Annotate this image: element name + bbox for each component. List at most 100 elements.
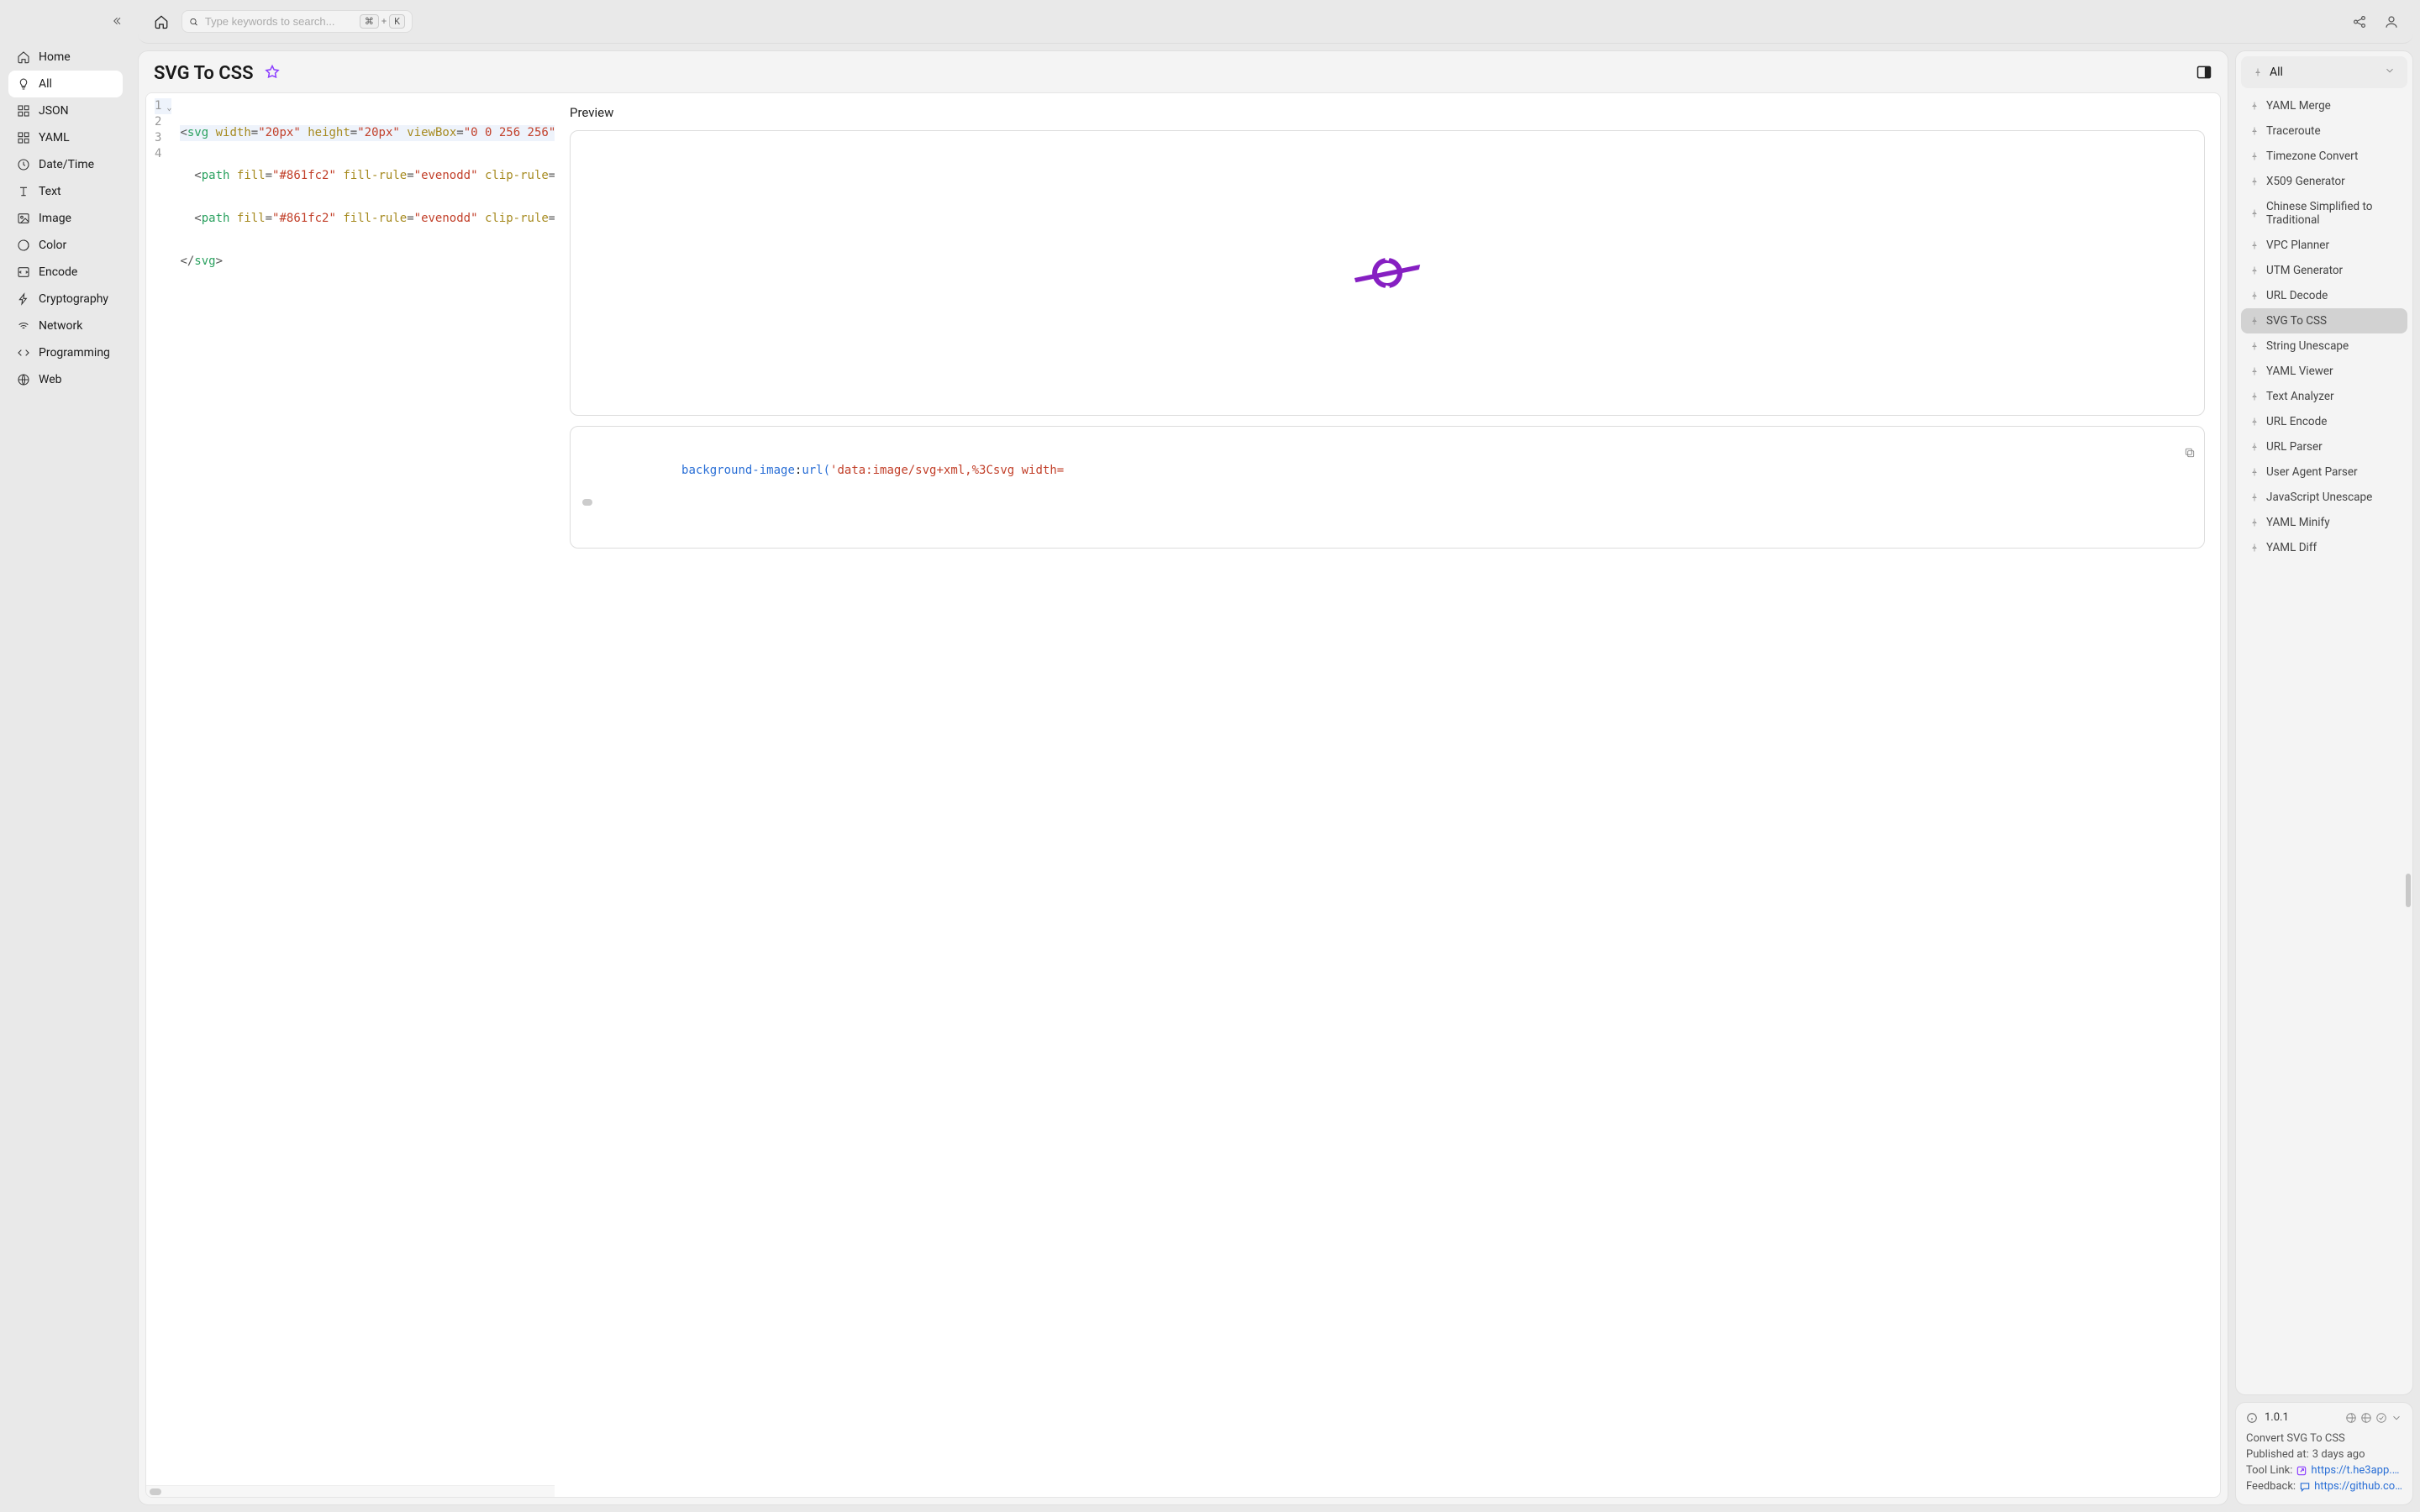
tool-item[interactable]: UTM Generator: [2241, 258, 2407, 283]
tool-item[interactable]: VPC Planner: [2241, 233, 2407, 258]
tool-item-label: String Unescape: [2266, 339, 2349, 353]
globe-icon[interactable]: [2360, 1412, 2372, 1424]
tool-filter-dropdown[interactable]: All: [2241, 56, 2407, 88]
tool-item-label: URL Decode: [2266, 289, 2328, 302]
nav-item-web[interactable]: Web: [8, 366, 123, 393]
nav-item-encode[interactable]: Encode: [8, 259, 123, 286]
nav-item-home[interactable]: Home: [8, 44, 123, 71]
tool-item-label: YAML Diff: [2266, 541, 2317, 554]
tool-item-label: YAML Viewer: [2266, 365, 2333, 378]
topbar: ⌘ + K: [138, 0, 2413, 44]
tool-item[interactable]: Text Analyzer: [2241, 384, 2407, 409]
external-link-icon: [2296, 1465, 2307, 1477]
nav-list: Home All JSON YAML Date/Time Text: [8, 44, 123, 393]
tool-info-card: 1.0.1 Convert SVG To CSS Published at: 3…: [2235, 1402, 2413, 1505]
editor-horizontal-scrollbar[interactable]: [146, 1485, 555, 1497]
tool-item-label: VPC Planner: [2266, 239, 2329, 252]
nav-label: All: [39, 77, 52, 91]
search-box[interactable]: ⌘ + K: [182, 10, 413, 33]
nav-label: Web: [39, 373, 62, 386]
nav-item-text[interactable]: Text: [8, 178, 123, 205]
tool-item[interactable]: URL Parser: [2241, 434, 2407, 459]
tool-item[interactable]: Chinese Simplified to Traditional: [2241, 194, 2407, 233]
tool-item[interactable]: YAML Diff: [2241, 535, 2407, 560]
wifi-icon: [17, 319, 30, 333]
nav-item-crypto[interactable]: Cryptography: [8, 286, 123, 312]
tool-item-label: URL Parser: [2266, 440, 2323, 454]
published-value: 3 days ago: [2312, 1448, 2365, 1461]
nav-item-network[interactable]: Network: [8, 312, 123, 339]
tool-item-label: Text Analyzer: [2266, 390, 2334, 403]
code-body[interactable]: <svg width="20px" height="20px" viewBox=…: [176, 93, 555, 1485]
nav-item-datetime[interactable]: Date/Time: [8, 151, 123, 178]
toollink-value[interactable]: https://t.he3app.co…: [2311, 1464, 2402, 1477]
tool-item-label: URL Encode: [2266, 415, 2327, 428]
nav-item-yaml[interactable]: YAML: [8, 124, 123, 151]
tool-item-label: X509 Generator: [2266, 175, 2345, 188]
sidebar: Home All JSON YAML Date/Time Text: [0, 0, 131, 1512]
tool-item[interactable]: SVG To CSS: [2241, 308, 2407, 333]
chevron-down-icon[interactable]: [2391, 1412, 2402, 1424]
user-button[interactable]: [2383, 13, 2400, 30]
tool-item-label: User Agent Parser: [2266, 465, 2358, 479]
tool-item-label: YAML Minify: [2266, 516, 2330, 529]
tool-list: All YAML Merge Traceroute Timezone Convert…: [2235, 50, 2413, 1395]
share-button[interactable]: [2351, 13, 2368, 30]
nav-item-color[interactable]: Color: [8, 232, 123, 259]
pin-icon: [2249, 240, 2260, 250]
info-icon: [2246, 1412, 2258, 1424]
tool-item[interactable]: YAML Viewer: [2241, 359, 2407, 384]
preview-svg: [1337, 239, 1438, 307]
check-circle-icon[interactable]: [2375, 1412, 2387, 1424]
tool-item[interactable]: YAML Merge: [2241, 93, 2407, 118]
tool-item[interactable]: User Agent Parser: [2241, 459, 2407, 485]
tool-item[interactable]: X509 Generator: [2241, 169, 2407, 194]
pin-icon: [2249, 176, 2260, 186]
nav-label: YAML: [39, 131, 70, 144]
favorite-button[interactable]: [264, 64, 281, 84]
pin-icon: [2249, 391, 2260, 402]
tool-item[interactable]: String Unescape: [2241, 333, 2407, 359]
feedback-label: Feedback:: [2246, 1480, 2296, 1493]
nav-label: Programming: [39, 346, 110, 360]
pin-icon: [2249, 492, 2260, 502]
copy-button[interactable]: [2070, 433, 2196, 475]
published-label: Published at:: [2246, 1448, 2309, 1461]
pin-icon: [2249, 543, 2260, 553]
tool-item[interactable]: URL Decode: [2241, 283, 2407, 308]
nav-item-programming[interactable]: Programming: [8, 339, 123, 366]
nav-label: Cryptography: [39, 292, 108, 306]
tool-item[interactable]: Timezone Convert: [2241, 144, 2407, 169]
color-icon: [17, 239, 30, 252]
pin-icon: [2249, 417, 2260, 427]
pin-icon: [2249, 126, 2260, 136]
nav-item-image[interactable]: Image: [8, 205, 123, 232]
feedback-value[interactable]: https://github.com/…: [2314, 1480, 2402, 1493]
search-input[interactable]: [205, 15, 353, 28]
nav-item-all[interactable]: All: [8, 71, 123, 97]
pin-icon: [2249, 517, 2260, 528]
right-panel: All YAML Merge Traceroute Timezone Convert…: [2235, 50, 2413, 1505]
css-output[interactable]: background-image:url('data:image/svg+xml…: [570, 426, 2205, 549]
tool-vertical-scrollbar[interactable]: [2406, 874, 2411, 907]
tool-item-label: Traceroute: [2266, 124, 2321, 138]
tool-item[interactable]: JavaScript Unescape: [2241, 485, 2407, 510]
nav-label: Date/Time: [39, 158, 94, 171]
code-editor[interactable]: 1⌄ 2 3 4 <svg width="20px" height="20px"…: [146, 93, 555, 1497]
collapse-sidebar-button[interactable]: [113, 15, 124, 30]
tool-item-label: JavaScript Unescape: [2266, 491, 2372, 504]
tool-item-label: Chinese Simplified to Traditional: [2266, 200, 2399, 227]
globe-icon: [17, 373, 30, 386]
pin-icon: [2249, 208, 2260, 218]
tool-scroll[interactable]: YAML Merge Traceroute Timezone Convert X509…: [2236, 93, 2412, 1394]
output-horizontal-scrollbar[interactable]: [582, 499, 2192, 506]
preview-pane: Preview: [555, 93, 2220, 1497]
tool-item[interactable]: URL Encode: [2241, 409, 2407, 434]
info-description: Convert SVG To CSS: [2246, 1432, 2402, 1445]
layout-toggle-button[interactable]: [2196, 64, 2212, 84]
nav-item-json[interactable]: JSON: [8, 97, 123, 124]
tool-item[interactable]: Traceroute: [2241, 118, 2407, 144]
home-button[interactable]: [151, 12, 171, 32]
globe-icon[interactable]: [2345, 1412, 2357, 1424]
tool-item[interactable]: YAML Minify: [2241, 510, 2407, 535]
